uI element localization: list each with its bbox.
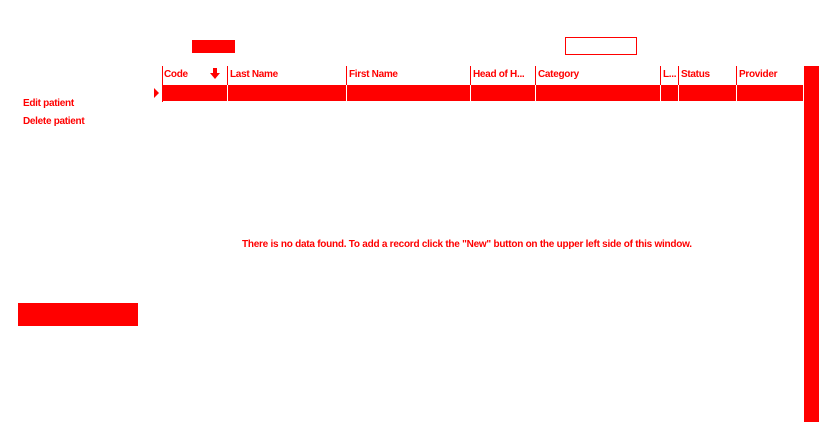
row-indicator-icon <box>154 88 159 98</box>
toolbar-button[interactable] <box>192 40 235 53</box>
cell-category[interactable] <box>536 85 661 101</box>
search-input[interactable] <box>565 37 637 55</box>
cell-l[interactable] <box>661 85 679 101</box>
cell-status[interactable] <box>679 85 737 101</box>
column-header-first-name[interactable]: First Name <box>347 66 471 85</box>
cell-code[interactable] <box>162 85 228 101</box>
column-header-code[interactable]: Code <box>162 66 228 85</box>
cell-first-name[interactable] <box>347 85 471 101</box>
vertical-scrollbar[interactable] <box>804 66 819 422</box>
column-header-category[interactable]: Category <box>536 66 661 85</box>
cell-last-name[interactable] <box>228 85 347 101</box>
cell-provider[interactable] <box>737 85 803 101</box>
left-panel-block <box>18 303 138 326</box>
column-header-label: Code <box>164 69 188 80</box>
column-header-l[interactable]: L... <box>661 66 679 85</box>
patient-list-window: Edit patient Delete patient Code Last Na… <box>0 0 828 430</box>
patient-grid: Code Last Name First Name Head of H... C… <box>162 66 803 102</box>
edit-patient-link[interactable]: Edit patient <box>23 98 74 109</box>
column-header-head-of-household[interactable]: Head of H... <box>471 66 536 85</box>
delete-patient-link[interactable]: Delete patient <box>23 116 85 127</box>
column-header-last-name[interactable]: Last Name <box>228 66 347 85</box>
table-row[interactable] <box>162 85 803 101</box>
column-header-provider[interactable]: Provider <box>737 66 803 85</box>
column-header-status[interactable]: Status <box>679 66 737 85</box>
cell-head-of-household[interactable] <box>471 85 536 101</box>
empty-state-message: There is no data found. To add a record … <box>242 239 692 250</box>
arrow-down-icon[interactable] <box>210 68 220 79</box>
